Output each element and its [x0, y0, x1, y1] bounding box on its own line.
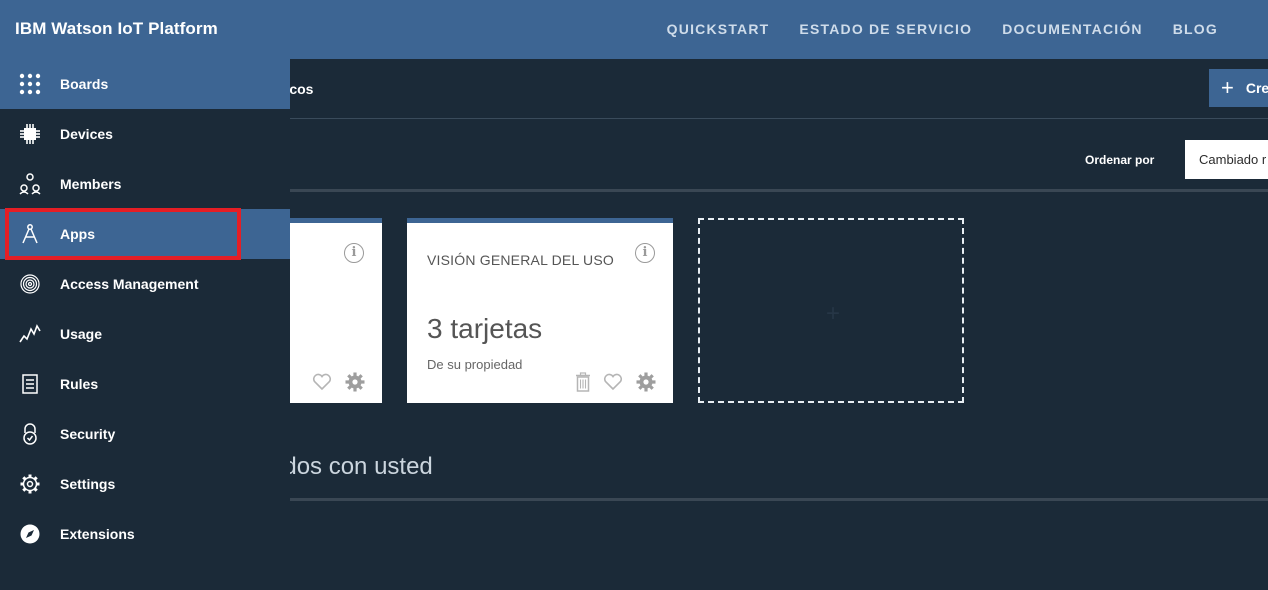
compass-icon [19, 223, 41, 245]
top-header: IBM Watson IoT Platform QUICKSTART ESTAD… [0, 0, 1268, 59]
create-button-label: Cre [1245, 80, 1268, 96]
sidebar-item-access-management[interactable]: Access Management [0, 259, 290, 309]
grid-icon [19, 73, 41, 95]
fingerprint-icon [19, 273, 41, 295]
sidebar-item-label: Members [60, 176, 122, 192]
chip-icon [19, 123, 41, 145]
sort-select[interactable]: Cambiado r [1185, 140, 1268, 179]
top-nav: QUICKSTART ESTADO DE SERVICIO DOCUMENTAC… [667, 21, 1218, 37]
sidebar-item-label: Usage [60, 326, 103, 342]
sidebar-item-security[interactable]: Security [0, 409, 290, 459]
lock-icon [19, 423, 41, 445]
sidebar-item-label: Security [60, 426, 116, 442]
rules-document-icon [19, 373, 41, 395]
nav-quickstart[interactable]: QUICKSTART [667, 21, 770, 37]
sidebar-item-label: Extensions [60, 526, 135, 542]
sidebar-item-usage[interactable]: Usage [0, 309, 290, 359]
sidebar-item-apps[interactable]: Apps [0, 209, 290, 259]
sidebar-item-label: Rules [60, 376, 99, 392]
members-icon [19, 173, 41, 195]
sidebar-item-label: Devices [60, 126, 113, 142]
nav-service-status[interactable]: ESTADO DE SERVICIO [799, 21, 972, 37]
heart-icon[interactable] [603, 373, 623, 391]
divider [290, 189, 1268, 192]
sidebar-item-members[interactable]: Members [0, 159, 290, 209]
nav-documentation[interactable]: DOCUMENTACIÓN [1002, 21, 1143, 37]
sidebar-item-label: Settings [60, 476, 116, 492]
add-icon: + [826, 300, 841, 327]
sidebar-item-label: Apps [60, 226, 95, 242]
sidebar-item-extensions[interactable]: Extensions [0, 509, 290, 559]
trash-icon[interactable] [575, 372, 591, 392]
heart-icon[interactable] [312, 373, 332, 391]
usage-graph-icon [19, 323, 41, 345]
card-actions [575, 371, 657, 393]
sidebar: Boards Devices Members Apps Access Manag… [0, 59, 290, 590]
info-icon[interactable]: i [635, 243, 655, 263]
add-board-placeholder[interactable]: + [698, 218, 964, 403]
gear-icon[interactable] [635, 371, 657, 393]
card-count: 3 tarjetas [427, 313, 543, 344]
info-icon[interactable]: i [344, 243, 364, 263]
extensions-compass-icon [19, 523, 41, 545]
sidebar-item-boards[interactable]: Boards [0, 59, 290, 109]
sort-label: Ordenar por [1085, 153, 1155, 167]
usage-overview-card[interactable]: VISIÓN GENERAL DEL USO i 3 tarjetas De s… [407, 218, 673, 403]
brand-title[interactable]: IBM Watson IoT Platform [15, 19, 218, 39]
sidebar-item-rules[interactable]: Rules [0, 359, 290, 409]
card-actions [312, 371, 366, 393]
gear-icon [19, 473, 41, 495]
card-subtitle: De su propiedad [427, 357, 523, 372]
sidebar-item-settings[interactable]: Settings [0, 459, 290, 509]
plus-icon: + [1221, 75, 1234, 100]
nav-blog[interactable]: BLOG [1173, 21, 1218, 37]
create-board-button[interactable]: + Cre [1209, 69, 1268, 107]
gear-icon[interactable] [344, 371, 366, 393]
sidebar-item-devices[interactable]: Devices [0, 109, 290, 159]
sidebar-item-label: Boards [60, 76, 109, 92]
card-title: VISIÓN GENERAL DEL USO [427, 252, 614, 268]
divider [250, 498, 1268, 501]
sidebar-item-label: Access Management [60, 276, 199, 292]
